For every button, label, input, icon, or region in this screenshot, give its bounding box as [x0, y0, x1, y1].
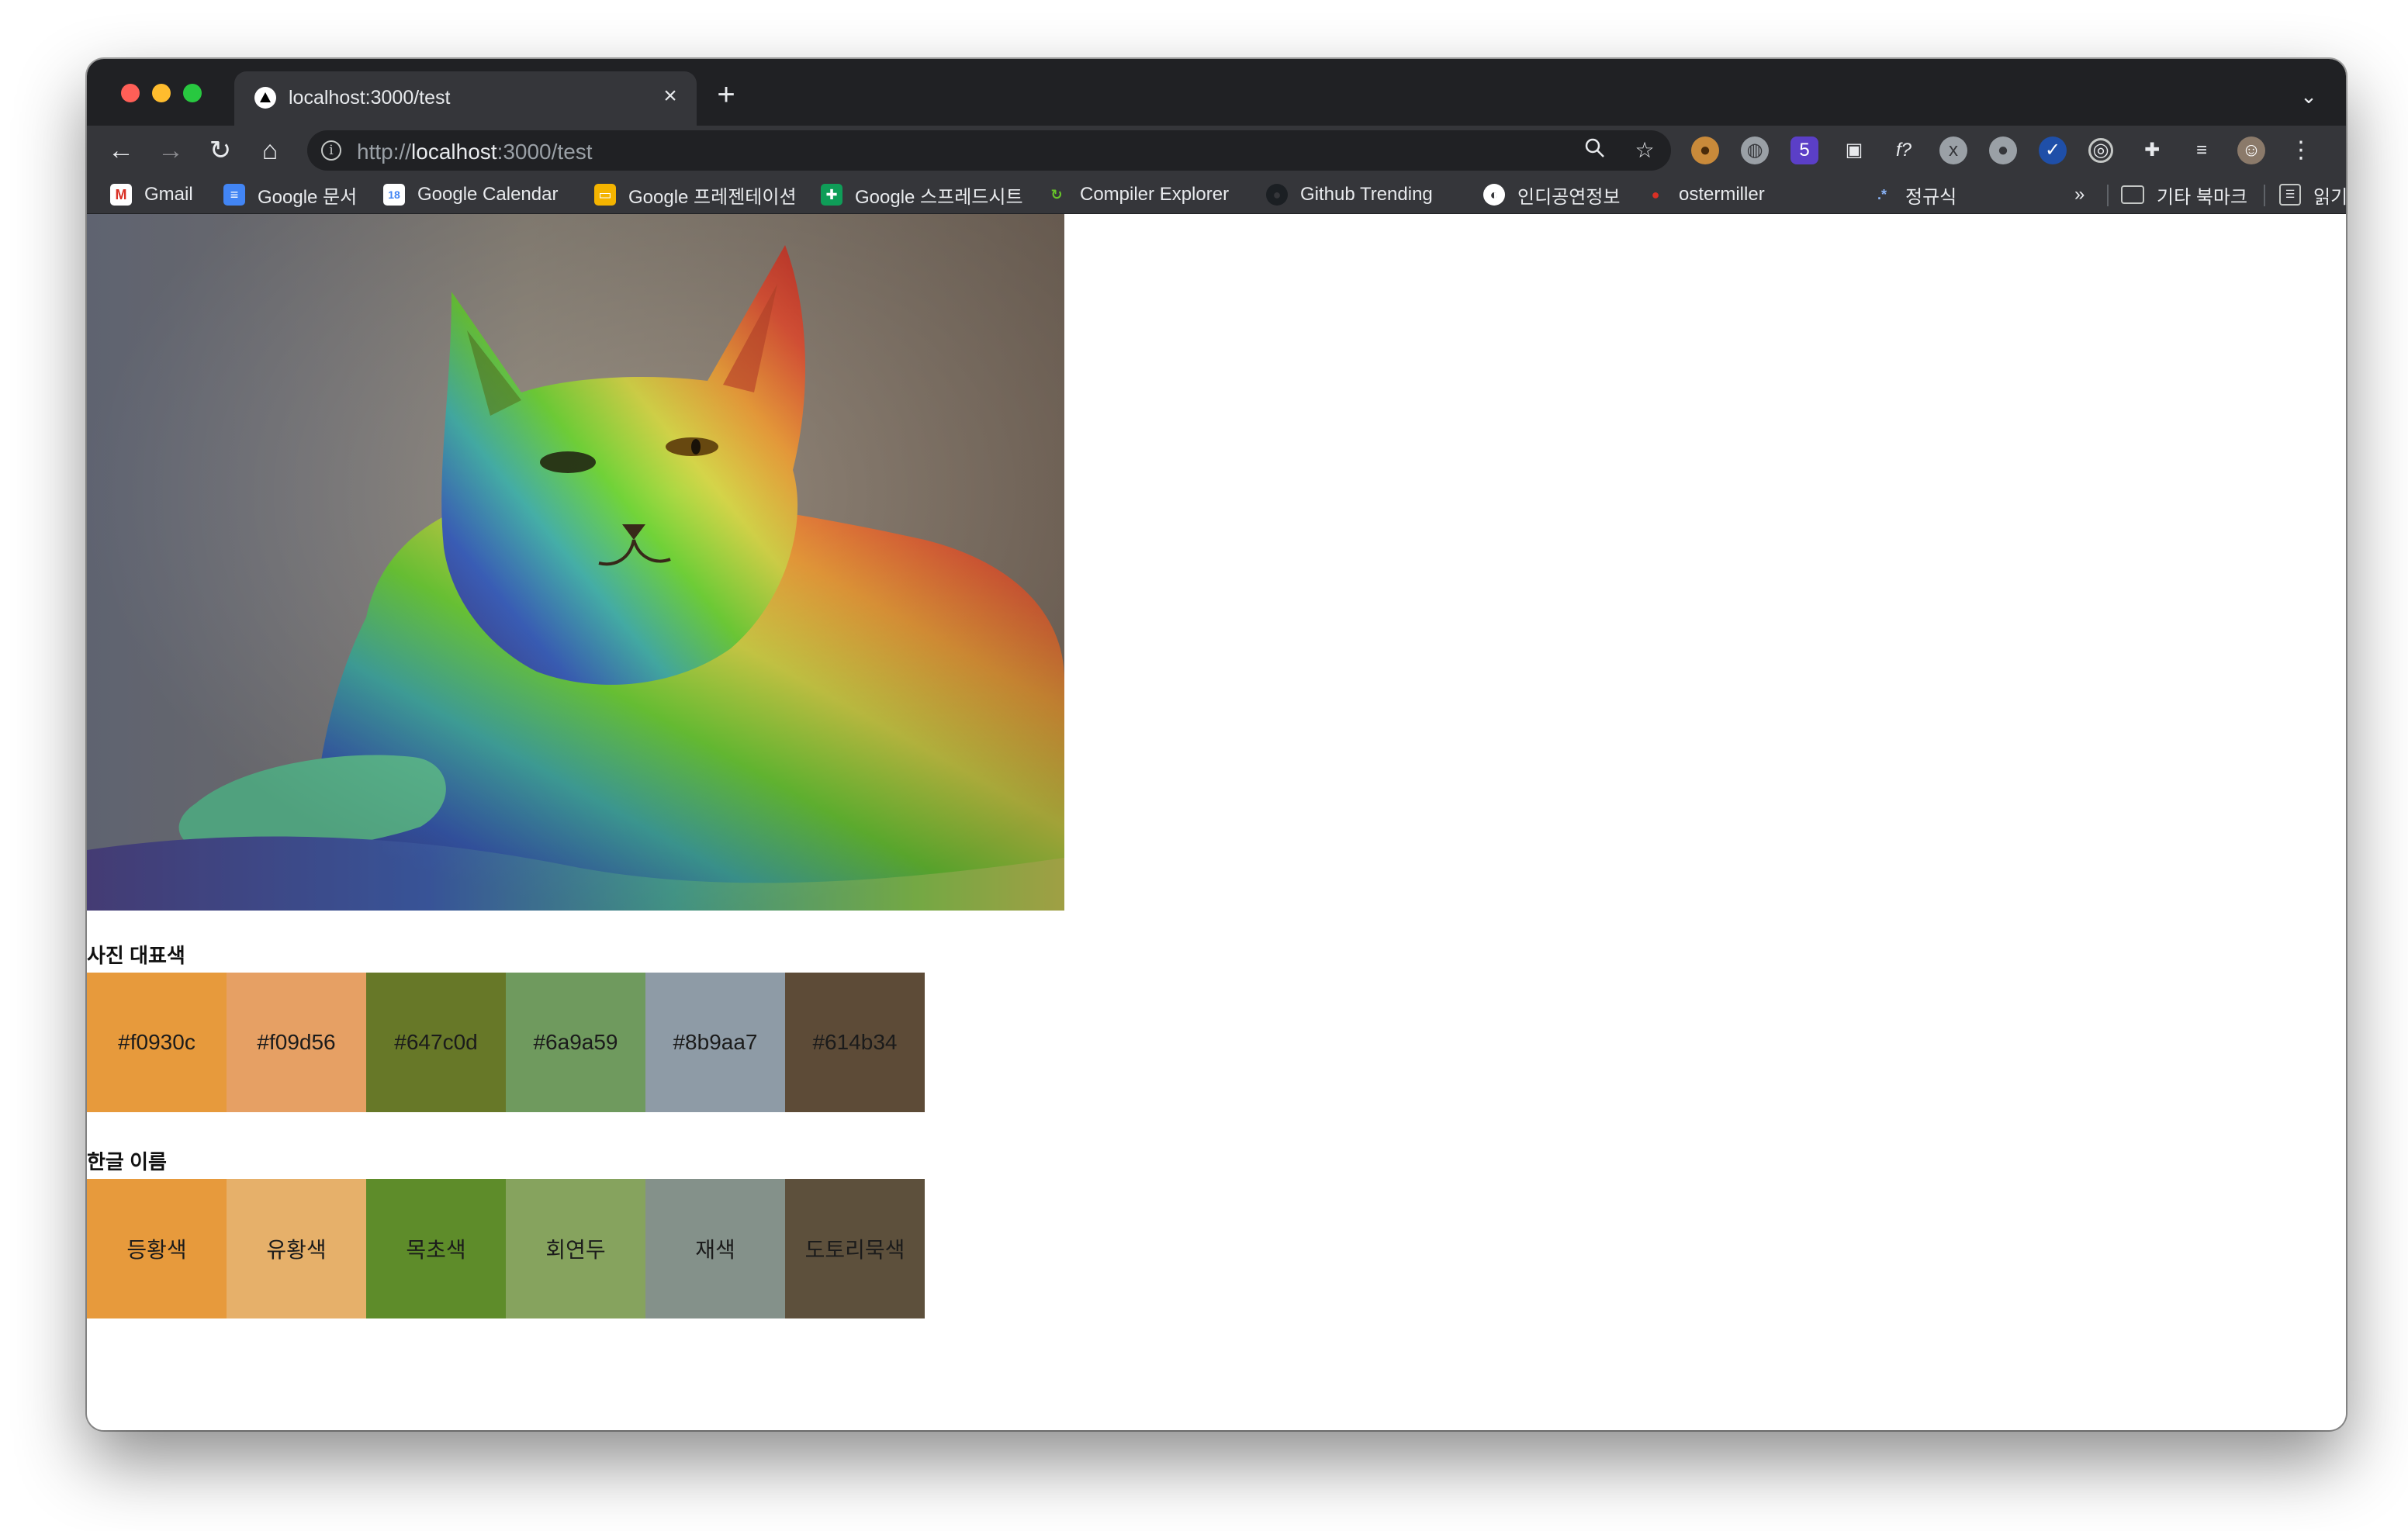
palette-title: 사진 대표색 [87, 944, 185, 967]
function-extension-icon[interactable]: f? [1890, 137, 1918, 164]
globe-extension-icon[interactable]: ◍ [1741, 137, 1769, 164]
browser-window: localhost:3000/test × + ⌄ ← → ↻ ⌂ i http… [87, 59, 2346, 1430]
bookmark-ostermiller[interactable]: ● ostermiller [1645, 181, 1765, 208]
bookmark-regex[interactable]: .* 정규식 [1871, 181, 1956, 208]
google-sheets-icon: ✚ [821, 184, 842, 206]
color-swatch: #f0930c [87, 973, 227, 1112]
bookmark-google-docs[interactable]: ≡ Google 문서 [223, 181, 357, 208]
google-docs-icon: ≡ [223, 184, 245, 206]
rainbow-cat-image [87, 214, 1064, 911]
color-swatch: #f09d56 [227, 973, 366, 1112]
named-color-swatch: 재색 [645, 1179, 785, 1318]
zoom-icon[interactable] [1581, 137, 1609, 164]
check-extension-icon[interactable]: ✓ [2039, 137, 2067, 164]
color-swatch: #6a9a59 [506, 973, 645, 1112]
profile-avatar[interactable]: ☺ [2237, 137, 2265, 164]
tab-bar: localhost:3000/test × + ⌄ [87, 59, 2346, 126]
folder-icon [2121, 185, 2144, 204]
reload-icon[interactable]: ↻ [202, 132, 239, 169]
back-arrow-icon[interactable]: ← [102, 132, 140, 169]
vercel-favicon-icon [254, 87, 276, 109]
bookmark-star-icon[interactable]: ☆ [1631, 137, 1659, 164]
plus-icon[interactable]: + [711, 79, 742, 112]
url-text[interactable]: http://localhost:3000/test [357, 140, 593, 164]
korean-name-swatch-row: 등황색 유황색 목초색 회연두 재색 도토리묵색 [87, 1179, 925, 1318]
excel-extension-icon[interactable]: x [1939, 137, 1967, 164]
record-extension-icon[interactable]: ● [1989, 137, 2017, 164]
named-color-swatch: 회연두 [506, 1179, 645, 1318]
close-window-button[interactable] [121, 84, 140, 102]
zoom-window-button[interactable] [183, 84, 202, 102]
reading-list-button[interactable]: ☰ 읽기 목록 [2279, 181, 2346, 208]
page-viewport: 사진 대표색 #f0930c #f09d56 #647c0d #6a9a59 #… [87, 214, 2346, 1430]
compiler-explorer-icon: ↻ [1050, 187, 1063, 202]
tab-active[interactable]: localhost:3000/test × [234, 71, 697, 126]
home-icon[interactable]: ⌂ [251, 132, 289, 169]
address-bar[interactable]: i http://localhost:3000/test ☆ [307, 130, 1671, 171]
bookmark-google-calendar[interactable]: 18 Google Calendar [383, 181, 558, 208]
globe-icon: ◐ [1483, 184, 1505, 206]
forward-arrow-icon[interactable]: → [152, 132, 189, 169]
color-swatch: #647c0d [366, 973, 506, 1112]
puzzle-extensions-icon[interactable]: ✚ [2138, 137, 2166, 164]
named-color-swatch: 등황색 [87, 1179, 227, 1318]
cat-photo [87, 214, 1064, 911]
ostermiller-icon: ● [1651, 187, 1660, 202]
reading-list-icon: ☰ [2279, 184, 2301, 206]
bookmarks-divider [2107, 185, 2109, 206]
minimize-window-button[interactable] [152, 84, 171, 102]
bookmark-indie-concert[interactable]: ◐ 인디공연정보 [1483, 181, 1620, 208]
extension-badge-icon[interactable]: 5 [1790, 137, 1818, 164]
named-color-swatch: 목초색 [366, 1179, 506, 1318]
site-info-icon[interactable]: i [321, 140, 341, 161]
bookmark-github-trending[interactable]: ● Github Trending [1266, 181, 1433, 208]
picture-in-picture-icon[interactable]: ▣ [1840, 137, 1868, 164]
chevron-down-icon[interactable]: ⌄ [2295, 82, 2323, 110]
palette-swatch-row: #f0930c #f09d56 #647c0d #6a9a59 #8b9aa7 … [87, 973, 925, 1112]
bookmarks-divider [2264, 185, 2265, 206]
bookmarks-bar: M Gmail ≡ Google 문서 18 Google Calendar ▭… [87, 175, 2346, 214]
named-color-swatch: 유황색 [227, 1179, 366, 1318]
bookmark-compiler-explorer[interactable]: ↻ Compiler Explorer [1046, 181, 1229, 208]
named-color-swatch: 도토리묵색 [785, 1179, 925, 1318]
close-icon[interactable]: × [658, 84, 683, 109]
bookmarks-overflow[interactable]: » [2074, 181, 2085, 208]
bookmark-google-sheets[interactable]: ✚ Google 스프레드시트 [821, 181, 1023, 208]
target-extension-icon[interactable]: ◎ [2088, 138, 2113, 163]
toolbar: ← → ↻ ⌂ i http://localhost:3000/test ☆ ●… [87, 126, 2346, 175]
tab-title: localhost:3000/test [289, 87, 451, 109]
cookie-extension-icon[interactable]: ● [1691, 137, 1719, 164]
github-icon: ● [1266, 184, 1288, 206]
google-slides-icon: ▭ [594, 184, 616, 206]
media-playlist-icon[interactable]: ≡ [2188, 137, 2216, 164]
other-bookmarks-folder[interactable]: 기타 북마크 [2121, 181, 2247, 208]
bookmark-google-slides[interactable]: ▭ Google 프레젠테이션 [594, 181, 797, 208]
korean-names-title: 한글 이름 [87, 1150, 167, 1173]
color-swatch: #614b34 [785, 973, 925, 1112]
color-swatch: #8b9aa7 [645, 973, 785, 1112]
gmail-icon: M [110, 184, 132, 206]
bookmark-gmail[interactable]: M Gmail [110, 181, 193, 208]
menu-kebab-icon[interactable]: ⋮ [2287, 137, 2315, 164]
regex-icon: .* [1877, 187, 1887, 202]
google-calendar-icon: 18 [383, 184, 405, 206]
